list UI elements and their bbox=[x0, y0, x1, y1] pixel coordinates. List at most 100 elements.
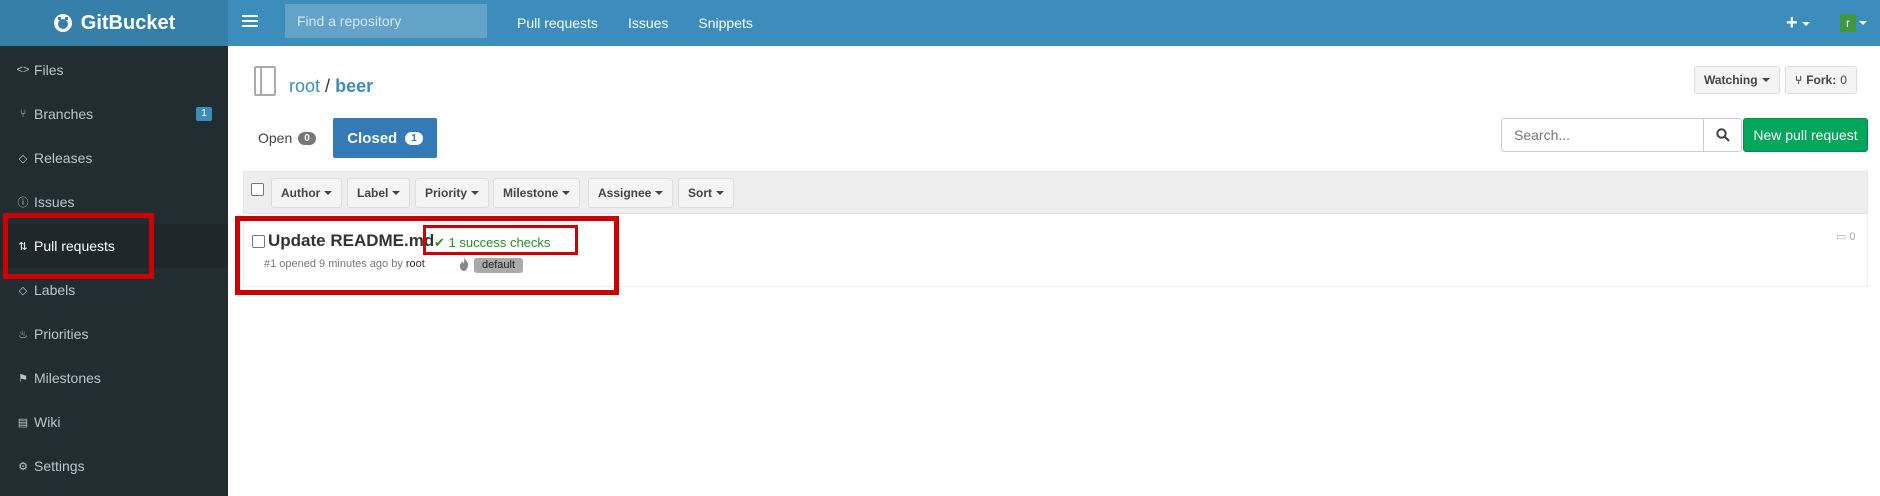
menu-toggle-icon[interactable] bbox=[242, 13, 258, 29]
milestone-icon: ⚑ bbox=[18, 372, 28, 385]
tab-closed[interactable]: Closed 1 bbox=[333, 118, 437, 158]
tag-icon: ◇ bbox=[18, 284, 28, 297]
milestone-filter-button[interactable]: Milestone bbox=[493, 178, 581, 208]
assignee-filter-button[interactable]: Assignee bbox=[588, 178, 674, 208]
sidebar-item-label: Settings bbox=[34, 458, 85, 474]
select-all-checkbox[interactable] bbox=[251, 183, 264, 196]
comment-count[interactable]: ▭ 0 bbox=[1836, 230, 1856, 244]
check-status-label: 1 success checks bbox=[448, 235, 551, 250]
repo-name-link[interactable]: beer bbox=[335, 76, 373, 96]
tag-icon: ◇ bbox=[18, 152, 28, 165]
author-link[interactable]: root bbox=[406, 258, 425, 270]
author-filter-button[interactable]: Author bbox=[271, 178, 343, 208]
logo[interactable]: GitBucket bbox=[0, 0, 228, 46]
sidebar-item-label: Pull requests bbox=[34, 238, 115, 254]
pull-request-title[interactable]: Update README.md bbox=[268, 231, 434, 251]
sidebar-item-label: Priorities bbox=[34, 326, 89, 342]
filter-label: Milestone bbox=[503, 186, 559, 200]
wiki-icon: ▤ bbox=[17, 416, 29, 429]
watching-label: Watching bbox=[1704, 73, 1758, 87]
new-pull-request-button[interactable]: New pull request bbox=[1743, 118, 1868, 152]
tab-open[interactable]: Open 0 bbox=[250, 118, 324, 158]
code-icon: <> bbox=[16, 64, 30, 76]
watching-button[interactable]: Watching bbox=[1694, 66, 1780, 94]
fork-count: 0 bbox=[1840, 73, 1847, 87]
sidebar-item-files[interactable]: <> Files bbox=[0, 48, 228, 92]
chevron-down-icon bbox=[1761, 78, 1770, 82]
priority-filter-button[interactable]: Priority bbox=[415, 178, 490, 208]
gitbucket-logo-icon bbox=[53, 14, 72, 32]
comment-count-value: 0 bbox=[1849, 230, 1856, 243]
filter-label: Assignee bbox=[598, 186, 652, 200]
app-name: GitBucket bbox=[80, 11, 176, 34]
closed-count-badge: 1 bbox=[405, 131, 423, 145]
chevron-down-icon bbox=[1801, 21, 1810, 26]
pull-request-icon: ⇅ bbox=[18, 240, 28, 253]
sidebar-item-label: Issues bbox=[34, 194, 75, 210]
pull-request-search-input[interactable] bbox=[1501, 118, 1704, 152]
chevron-down-icon bbox=[324, 191, 333, 195]
chevron-down-icon bbox=[1859, 21, 1867, 25]
plus-icon: + bbox=[1786, 12, 1798, 34]
nav-snippets[interactable]: Snippets bbox=[683, 15, 767, 31]
sidebar-item-priorities[interactable]: ♨ Priorities bbox=[0, 312, 228, 356]
gear-icon: ⚙ bbox=[18, 460, 28, 473]
pull-request-checkbox[interactable] bbox=[252, 235, 265, 248]
chevron-down-icon bbox=[562, 191, 571, 195]
sidebar-item-label: Labels bbox=[34, 282, 76, 298]
sort-button[interactable]: Sort bbox=[678, 178, 734, 208]
sidebar-item-milestones[interactable]: ⚑ Milestones bbox=[0, 356, 228, 400]
user-menu[interactable]: r bbox=[1840, 14, 1867, 32]
pull-request-meta-text: #1 opened 9 minutes ago by bbox=[264, 258, 403, 270]
label-filter-button[interactable]: Label bbox=[347, 178, 411, 208]
branch-icon: ⑂ bbox=[19, 108, 27, 120]
chevron-down-icon bbox=[655, 191, 664, 195]
filter-label: Sort bbox=[688, 186, 712, 200]
tab-open-label: Open bbox=[258, 130, 293, 146]
chevron-down-icon bbox=[392, 191, 401, 195]
sidebar-item-label: Milestones bbox=[34, 370, 101, 386]
avatar: r bbox=[1840, 14, 1856, 32]
fork-icon: ⑂ bbox=[1795, 73, 1803, 87]
tab-closed-label: Closed bbox=[347, 129, 398, 147]
sidebar-item-branches[interactable]: ⑂ Branches 1 bbox=[0, 92, 228, 136]
repo-owner-link[interactable]: root bbox=[289, 76, 320, 96]
chevron-down-icon bbox=[471, 191, 480, 195]
sidebar-item-label: Releases bbox=[34, 150, 93, 166]
flame-icon: ♨ bbox=[18, 328, 28, 341]
fork-button[interactable]: ⑂ Fork: 0 bbox=[1785, 66, 1857, 94]
sidebar-item-wiki[interactable]: ▤ Wiki bbox=[0, 400, 228, 444]
filter-label: Label bbox=[357, 186, 389, 200]
create-menu[interactable]: + bbox=[1786, 12, 1810, 35]
sidebar: <> Files ⑂ Branches 1 ◇ Releases ⓘ Issue… bbox=[0, 46, 228, 496]
sidebar-item-labels[interactable]: ◇ Labels bbox=[0, 268, 228, 312]
repository-search-input[interactable] bbox=[285, 4, 487, 38]
repository-title: root / beer bbox=[289, 76, 373, 97]
check-icon: ✔ bbox=[434, 235, 445, 250]
sidebar-item-label: Wiki bbox=[34, 414, 61, 430]
check-status[interactable]: ✔ 1 success checks bbox=[434, 235, 550, 251]
filter-label: Author bbox=[281, 186, 321, 200]
repo-separator: / bbox=[325, 76, 331, 96]
sidebar-item-label: Branches bbox=[34, 106, 94, 122]
sidebar-item-pull-requests[interactable]: ⇅ Pull requests bbox=[0, 224, 228, 268]
branch-count-badge: 1 bbox=[196, 107, 212, 121]
search-icon bbox=[1715, 128, 1730, 142]
fork-label: Fork: bbox=[1806, 73, 1837, 87]
top-header: GitBucket Pull requests Issues Snippets … bbox=[0, 0, 1880, 46]
sidebar-item-issues[interactable]: ⓘ Issues bbox=[0, 180, 228, 224]
pull-request-row bbox=[243, 215, 1868, 287]
sidebar-item-settings[interactable]: ⚙ Settings bbox=[0, 444, 228, 488]
filter-label: Priority bbox=[425, 186, 468, 200]
comment-icon: ▭ bbox=[1836, 231, 1847, 243]
search-button[interactable] bbox=[1703, 118, 1742, 152]
sidebar-item-releases[interactable]: ◇ Releases bbox=[0, 136, 228, 180]
top-nav: Pull requests Issues Snippets bbox=[502, 0, 768, 46]
pull-request-meta: #1 opened 9 minutes ago by root bbox=[264, 258, 425, 270]
repository-icon bbox=[254, 66, 276, 96]
label-badge[interactable]: default bbox=[474, 258, 524, 273]
open-count-badge: 0 bbox=[298, 131, 316, 145]
nav-pull-requests[interactable]: Pull requests bbox=[502, 15, 613, 31]
nav-issues[interactable]: Issues bbox=[613, 15, 683, 31]
flame-icon bbox=[459, 257, 469, 271]
